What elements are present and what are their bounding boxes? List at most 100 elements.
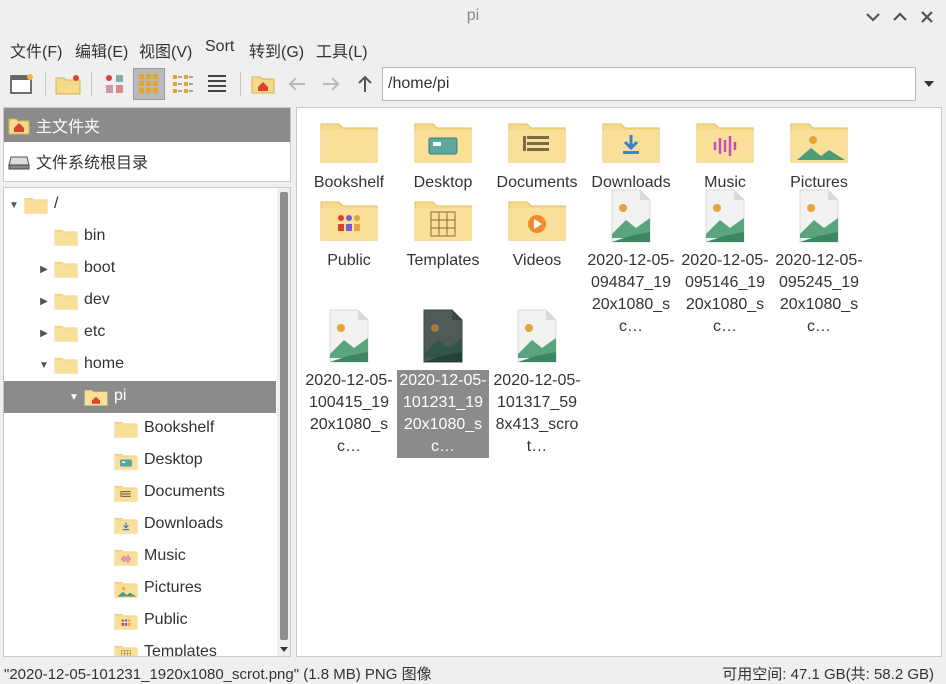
tree-item-label: home: [84, 355, 125, 372]
file-name-label: 2020-12-05-101231_1920x1080_sc…: [397, 370, 489, 458]
folder-item[interactable]: Public: [303, 188, 395, 272]
image-file-item[interactable]: 2020-12-05-101317_598x413_scrot…: [491, 308, 583, 458]
folder-icon: [24, 195, 48, 220]
detailed-list-view-button[interactable]: [201, 68, 233, 100]
folder-icon: [54, 259, 78, 284]
downloads-folder-icon: [114, 515, 138, 540]
folder-item[interactable]: Videos: [491, 188, 583, 272]
places-panel: 主文件夹 文件系统根目录: [3, 107, 291, 182]
maximize-button[interactable]: [889, 6, 911, 28]
tree-item-label: pi: [114, 387, 127, 404]
thumbnail-view-button[interactable]: [133, 68, 165, 100]
folder-item[interactable]: Music: [679, 110, 771, 194]
expander-collapsed-icon[interactable]: ▶: [38, 295, 50, 307]
tree-item[interactable]: Pictures: [4, 573, 276, 605]
tree-item[interactable]: Downloads: [4, 509, 276, 541]
tree-item[interactable]: bin: [4, 221, 276, 253]
tree-item-label: Downloads: [144, 515, 224, 532]
caret-down-icon: [924, 81, 934, 87]
public-folder-icon: [319, 194, 379, 246]
music-folder-icon: [114, 547, 138, 572]
forward-button[interactable]: [315, 68, 347, 100]
image-file-item[interactable]: 2020-12-05-094847_1920x1080_sc…: [585, 188, 677, 338]
up-button[interactable]: [349, 68, 381, 100]
expander-expanded-icon[interactable]: ▼: [68, 391, 80, 403]
menu-tools[interactable]: 工具(L): [316, 38, 368, 62]
image-file-item[interactable]: 2020-12-05-101231_1920x1080_sc…: [397, 308, 489, 458]
tree-item-label: Templates: [144, 643, 217, 657]
icon-view-button[interactable]: [99, 68, 131, 100]
menu-go[interactable]: 转到(G): [249, 38, 304, 62]
menu-sort[interactable]: Sort: [205, 38, 234, 56]
folder-item[interactable]: Bookshelf: [303, 110, 395, 194]
file-name-label: 2020-12-05-094847_1920x1080_sc…: [587, 252, 675, 335]
home-button[interactable]: [247, 68, 279, 100]
folder-item[interactable]: Desktop: [397, 110, 489, 194]
tree-item[interactable]: Desktop: [4, 445, 276, 477]
minimize-button[interactable]: [862, 6, 884, 28]
folder-icon: [54, 291, 78, 316]
tree-scrollbar-thumb[interactable]: [280, 192, 288, 640]
folder-icon: [319, 116, 379, 168]
image-file-item[interactable]: 2020-12-05-100415_1920x1080_sc…: [303, 308, 395, 458]
grid-view-icon: [139, 74, 158, 93]
music-folder-icon: [695, 116, 755, 168]
file-name-label: Videos: [512, 252, 562, 269]
tree-item[interactable]: ▼ pi: [4, 381, 276, 413]
image-file-icon: [413, 308, 473, 366]
folder-icon: [54, 323, 78, 348]
new-folder-icon: [55, 75, 81, 95]
tree-item-label: bin: [84, 227, 106, 244]
image-file-item[interactable]: 2020-12-05-095146_1920x1080_sc…: [679, 188, 771, 338]
place-root[interactable]: 文件系统根目录: [4, 144, 290, 178]
templates-folder-icon: [114, 643, 138, 656]
expander-expanded-icon[interactable]: ▼: [8, 199, 20, 211]
new-window-button[interactable]: [6, 68, 38, 100]
toolbar: /home/pi: [0, 66, 946, 104]
tree-item[interactable]: Bookshelf: [4, 413, 276, 445]
menu-view[interactable]: 视图(V): [139, 38, 192, 62]
new-folder-button[interactable]: [52, 68, 84, 100]
menu-edit[interactable]: 编辑(E): [75, 38, 128, 62]
chevron-down-icon: [866, 13, 880, 22]
file-name-label: Public: [327, 252, 371, 269]
tree-item-label: /: [54, 195, 59, 212]
tree-item[interactable]: ▶ dev: [4, 285, 276, 317]
templates-folder-icon: [413, 194, 473, 246]
tree-scrollbar[interactable]: [277, 188, 290, 656]
tree-item[interactable]: ▶ boot: [4, 253, 276, 285]
folder-item[interactable]: Downloads: [585, 110, 677, 194]
image-file-icon: [507, 308, 567, 366]
expander-collapsed-icon[interactable]: ▶: [38, 263, 50, 275]
tree-item[interactable]: Public: [4, 605, 276, 637]
compact-view-button[interactable]: [167, 68, 199, 100]
tree-item[interactable]: ▶ etc: [4, 317, 276, 349]
tree-item[interactable]: Templates: [4, 637, 276, 657]
back-button[interactable]: [281, 68, 313, 100]
location-input[interactable]: /home/pi: [382, 67, 916, 101]
home-folder-icon: [84, 387, 108, 412]
menu-file[interactable]: 文件(F): [10, 38, 62, 62]
tree-item[interactable]: ▼ home: [4, 349, 276, 381]
image-file-item[interactable]: 2020-12-05-095245_1920x1080_sc…: [773, 188, 865, 338]
folder-item[interactable]: Templates: [397, 188, 489, 272]
folder-item[interactable]: Pictures: [773, 110, 865, 194]
tree-item-label: Public: [144, 611, 188, 628]
file-name-label: 2020-12-05-100415_1920x1080_sc…: [305, 372, 393, 455]
desktop-folder-icon: [413, 116, 473, 168]
place-label: 主文件夹: [36, 119, 101, 136]
image-file-icon: [319, 308, 379, 366]
tree-item-label: Documents: [144, 483, 225, 500]
status-bar: "2020-12-05-101231_1920x1080_scrot.png" …: [0, 660, 946, 684]
place-label: 文件系统根目录: [36, 155, 149, 172]
location-dropdown-button[interactable]: [918, 67, 940, 101]
expander-expanded-icon[interactable]: ▼: [38, 359, 50, 371]
close-button[interactable]: [916, 6, 938, 28]
tree-item[interactable]: ▼ /: [4, 189, 276, 221]
folder-item[interactable]: Documents: [491, 110, 583, 194]
arrow-right-icon: [323, 77, 340, 91]
tree-item[interactable]: Documents: [4, 477, 276, 509]
place-home[interactable]: 主文件夹: [4, 108, 290, 142]
expander-collapsed-icon[interactable]: ▶: [38, 327, 50, 339]
tree-item[interactable]: Music: [4, 541, 276, 573]
